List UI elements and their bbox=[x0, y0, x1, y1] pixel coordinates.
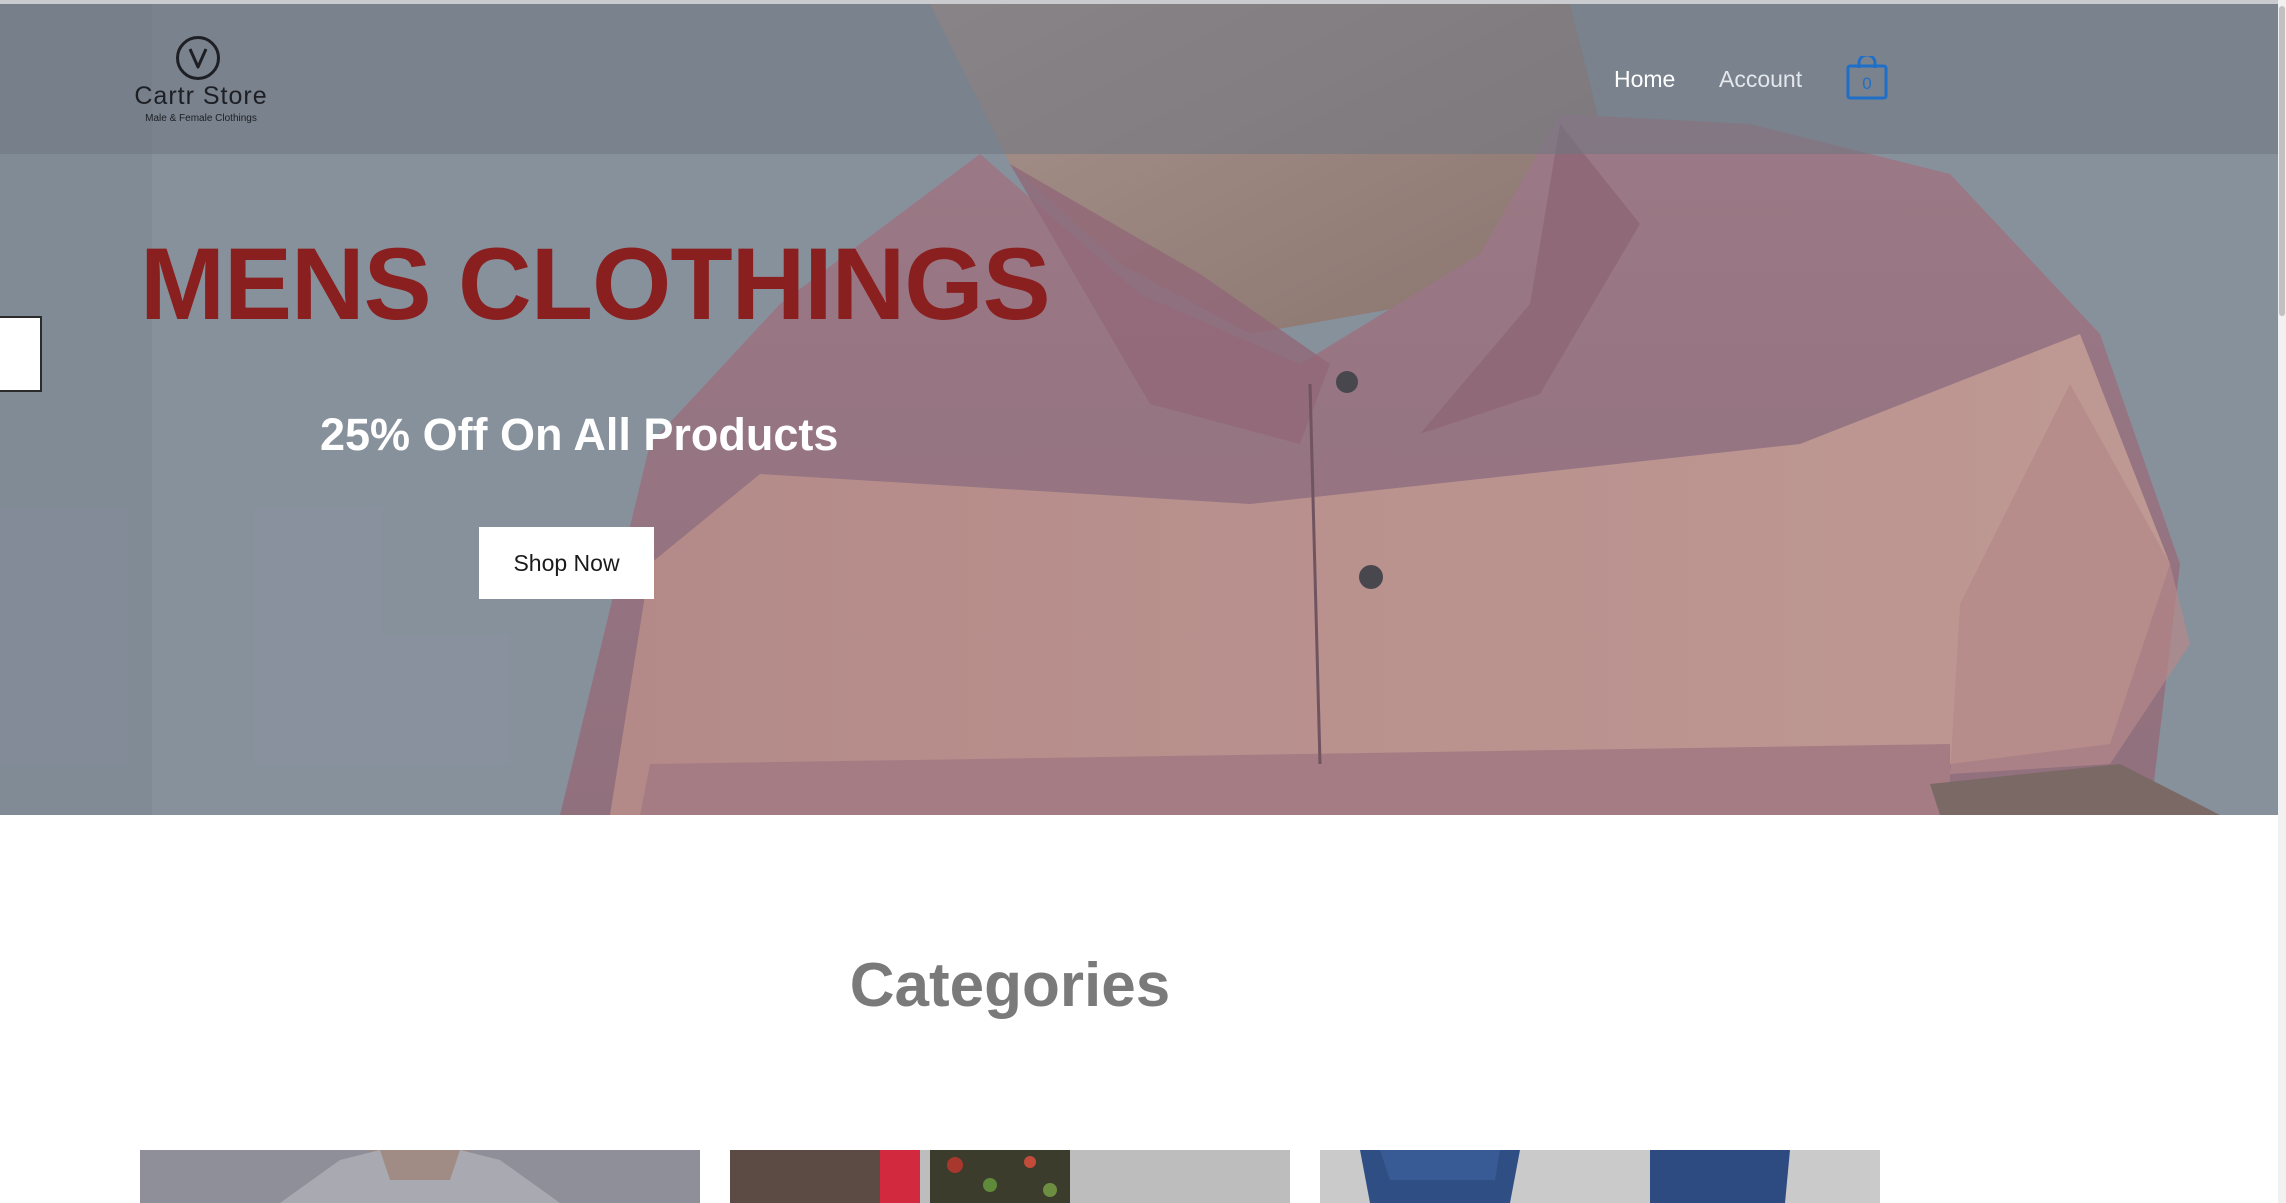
cart-button[interactable]: 0 bbox=[1846, 56, 1888, 100]
v-monogram-icon bbox=[176, 36, 220, 80]
category-image-grey-shirt bbox=[140, 1150, 700, 1203]
hero-title: MENS CLOTHINGS bbox=[140, 227, 1051, 341]
category-card-3[interactable] bbox=[1320, 1150, 1880, 1203]
categories-heading: Categories bbox=[849, 951, 1171, 1020]
site-header: Cartr Store Male & Female Clothings Home… bbox=[0, 4, 2278, 154]
shop-now-button[interactable]: Shop Now bbox=[479, 527, 654, 599]
category-image-floral-dress bbox=[730, 1150, 1290, 1203]
logo-tagline: Male & Female Clothings bbox=[145, 113, 257, 124]
hero-banner: Cartr Store Male & Female Clothings Home… bbox=[0, 4, 2278, 815]
side-panel-toggle[interactable] bbox=[0, 316, 42, 392]
page-scrollbar[interactable] bbox=[2278, 0, 2286, 1203]
site-logo[interactable]: Cartr Store Male & Female Clothings bbox=[120, 32, 282, 132]
hero-subtitle: 25% Off On All Products bbox=[320, 409, 839, 460]
cart-count: 0 bbox=[1862, 74, 1872, 93]
category-card-2[interactable] bbox=[730, 1150, 1290, 1203]
logo-name: Cartr Store bbox=[134, 82, 268, 110]
nav-link-home[interactable]: Home bbox=[1614, 66, 1675, 93]
scrollbar-thumb[interactable] bbox=[2279, 6, 2285, 316]
category-card-1[interactable] bbox=[140, 1150, 700, 1203]
nav-link-account[interactable]: Account bbox=[1719, 66, 1802, 93]
category-image-blue-jeans bbox=[1320, 1150, 1880, 1203]
